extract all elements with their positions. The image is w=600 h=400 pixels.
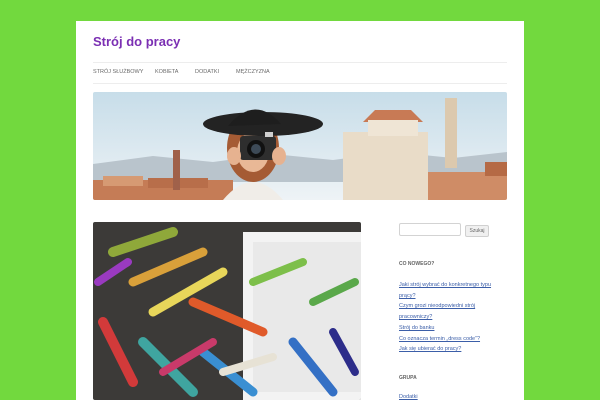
clothespins-photo-illustration [93, 222, 361, 400]
header-photo-illustration [93, 92, 507, 200]
nav-item-stroj-sluzbowy[interactable]: STRÓJ SŁUŻBOWY [93, 69, 143, 75]
recent-post-link[interactable]: Co oznacza termin „dress code”? [399, 334, 504, 345]
category-link-dodatki[interactable]: Dodatki [399, 394, 418, 400]
recent-posts-list: Jaki strój wybrać do konkretnego typu pr… [399, 280, 504, 355]
site-title[interactable]: Strój do pracy [93, 34, 180, 49]
search-button[interactable]: Szukaj [465, 225, 489, 237]
recent-post-link[interactable]: Jak się ubierać do pracy? [399, 344, 504, 355]
recent-posts-title: CO NOWEGO? [399, 261, 435, 267]
recent-post-link[interactable]: Strój do banku [399, 323, 504, 334]
recent-post-link[interactable]: Jaki strój wybrać do konkretnego typu pr… [399, 280, 504, 301]
nav-item-kobieta[interactable]: KOBIETA [155, 69, 178, 75]
nav-item-dodatki[interactable]: DODATKI [195, 69, 219, 75]
nav-item-mezczyzna[interactable]: MĘŻCZYZNA [236, 69, 270, 75]
page-container: Strój do pracy STRÓJ SŁUŻBOWY KOBIETA DO… [76, 21, 524, 400]
recent-post-link[interactable]: Czym grozi nieodpowiedni strój pracownic… [399, 301, 504, 322]
search-input[interactable] [399, 223, 461, 236]
header-image [93, 92, 507, 200]
categories-title: GRUPA [399, 375, 417, 381]
post-featured-image[interactable] [93, 222, 361, 400]
main-navigation: STRÓJ SŁUŻBOWY KOBIETA DODATKI MĘŻCZYZNA [93, 62, 507, 84]
